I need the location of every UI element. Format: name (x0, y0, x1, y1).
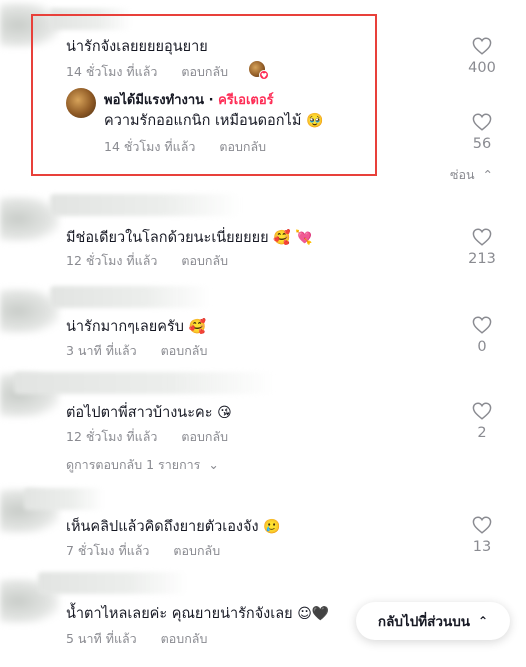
heart-outline-icon (472, 516, 492, 534)
like-count: 2 (477, 425, 487, 441)
reply-button[interactable]: ตอบกลับ (219, 139, 266, 154)
comment-meta: 3 นาที ที่แล้ว ตอบกลับ (66, 341, 207, 361)
comment-emoji: 🥰 💘 (273, 230, 313, 246)
hide-label: ซ่อน (450, 167, 475, 182)
heart-outline-icon (472, 316, 492, 334)
comment-text: น่ารักจังเลยยยยอุนยาย (66, 39, 208, 55)
comment-text: น้ำตาไหลเลยค่ะ คุณยายน่ารักจังเลย ☺🖤 (66, 602, 329, 625)
comment-emoji: 🥰 (188, 319, 206, 335)
view-replies-label: ดูการตอบกลับ 1 รายการ (66, 457, 201, 472)
like-button[interactable]: 0 (452, 316, 512, 355)
comment-meta: 7 ชั่วโมง ที่แล้ว ตอบกลับ (66, 541, 220, 561)
comment-emoji: 🥲 (263, 519, 281, 535)
comment-meta: 12 ชั่วโมง ที่แล้ว ตอบกลับ (66, 251, 228, 271)
comment-time: 3 นาที ที่แล้ว (66, 343, 137, 358)
reply-item: พอได้มีแรงทำงาน · ครีเอเตอร์ ความรักออแก… (66, 88, 466, 158)
reply-button[interactable]: ตอบกลับ (173, 543, 220, 558)
back-to-top-label: กลับไปที่ส่วนบน (377, 614, 471, 630)
like-button[interactable]: 13 (452, 516, 512, 555)
reply-text-body: ความรักออแกนิก เหมือนดอกไม้ (104, 113, 302, 129)
comment-time: 12 ชั่วโมง ที่แล้ว (66, 253, 158, 268)
creator-badge: ครีเอเตอร์ (218, 93, 274, 108)
comment-emoji: 😘 (217, 405, 232, 421)
double-chevron-up-icon: ⌃ (478, 614, 489, 628)
like-count: 400 (468, 60, 496, 76)
comment-text: น่ารักมากๆเลยครับ 🥰 (66, 315, 206, 338)
comment-time: 5 นาที ที่แล้ว (66, 631, 137, 646)
comment-text-body: ต่อไปตาพี่สาวบ้างนะคะ (66, 405, 213, 421)
like-button[interactable]: 400 (452, 37, 512, 76)
heart-outline-icon (472, 228, 492, 246)
comment-meta: 12 ชั่วโมง ที่แล้ว ตอบกลับ (66, 427, 228, 447)
creator-liked-heart-icon: ♥ (259, 70, 269, 80)
heart-outline-icon (472, 37, 492, 55)
like-count: 213 (468, 251, 496, 267)
like-count: 56 (472, 136, 492, 152)
username-blurred[interactable] (14, 372, 274, 394)
reply-emoji: 🥹 (306, 113, 324, 129)
comment-time: 7 ชั่วโมง ที่แล้ว (66, 543, 150, 558)
comment-meta: 14 ชั่วโมง ที่แล้ว ตอบกลับ (66, 62, 228, 82)
reply-separator: · (208, 93, 214, 108)
chevron-up-icon: ⌃ (482, 167, 494, 182)
comment-text: ต่อไปตาพี่สาวบ้างนะคะ 😘 (66, 401, 232, 424)
view-replies-button[interactable]: ดูการตอบกลับ 1 รายการ ⌄ (66, 455, 219, 475)
comment-time: 12 ชั่วโมง ที่แล้ว (66, 429, 158, 444)
comment-emoji: ☺🖤 (297, 606, 330, 622)
comment-item: น่ารักมากๆเลยครับ 🥰 3 นาที ที่แล้ว ตอบกล… (0, 280, 526, 366)
comment-text-body: น่ารักมากๆเลยครับ (66, 319, 184, 335)
comment-item: น่ารักจังเลยยยยอุนยาย 14 ชั่วโมง ที่แล้ว… (0, 0, 526, 180)
username-blurred[interactable] (24, 488, 104, 510)
like-button[interactable]: 213 (452, 228, 512, 267)
comment-item: มีช่อเดียวในโลกด้วยนะเนี่ยยยยย 🥰 💘 12 ชั… (0, 188, 526, 278)
like-count: 13 (472, 539, 492, 555)
reply-button[interactable]: ตอบกลับ (181, 253, 228, 268)
username-blurred[interactable] (38, 572, 188, 594)
comment-text-body: เห็นคลิปแล้วคิดถึงยายตัวเองจัง (66, 519, 259, 535)
username-blurred[interactable] (50, 8, 132, 30)
creator-avatar[interactable] (66, 88, 96, 118)
reply-author-name: พอได้มีแรงทำงาน (104, 93, 205, 108)
back-to-top-button[interactable]: กลับไปที่ส่วนบน ⌃ (356, 602, 510, 640)
reply-button[interactable]: ตอบกลับ (181, 64, 228, 79)
comment-text: เห็นคลิปแล้วคิดถึงยายตัวเองจัง 🥲 (66, 515, 281, 538)
reply-text: ความรักออแกนิก เหมือนดอกไม้ 🥹 (104, 109, 323, 132)
comment-text-body: มีช่อเดียวในโลกด้วยนะเนี่ยยยยย (66, 230, 269, 246)
reply-time: 14 ชั่วโมง ที่แล้ว (104, 139, 196, 154)
heart-outline-icon (472, 113, 492, 131)
heart-outline-icon (472, 402, 492, 420)
reply-like-button[interactable]: 56 (452, 113, 512, 152)
comment-item: เห็นคลิปแล้วคิดถึงยายตัวเองจัง 🥲 7 ชั่วโ… (0, 480, 526, 570)
chevron-down-icon: ⌄ (208, 457, 219, 472)
reply-author[interactable]: พอได้มีแรงทำงาน · ครีเอเตอร์ (104, 89, 274, 110)
like-count: 0 (477, 339, 487, 355)
username-blurred[interactable] (50, 194, 240, 216)
comment-meta: 5 นาที ที่แล้ว ตอบกลับ (66, 629, 207, 649)
comment-text-body: น้ำตาไหลเลยค่ะ คุณยายน่ารักจังเลย (66, 606, 293, 622)
reply-button[interactable]: ตอบกลับ (161, 631, 208, 646)
comment-text: มีช่อเดียวในโลกด้วยนะเนี่ยยยยย 🥰 💘 (66, 226, 313, 249)
username-blurred[interactable] (50, 286, 210, 308)
comment-time: 14 ชั่วโมง ที่แล้ว (66, 64, 158, 79)
reply-button[interactable]: ตอบกลับ (161, 343, 208, 358)
reply-button[interactable]: ตอบกลับ (181, 429, 228, 444)
hide-replies-button[interactable]: ซ่อน ⌃ (450, 165, 493, 185)
reply-meta: 14 ชั่วโมง ที่แล้ว ตอบกลับ (104, 137, 266, 157)
like-button[interactable]: 2 (452, 402, 512, 441)
